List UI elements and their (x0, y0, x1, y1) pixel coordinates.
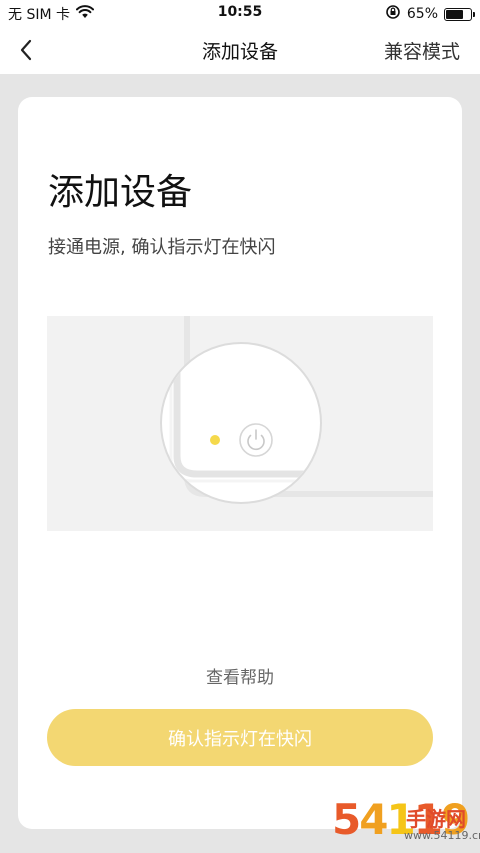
power-icon (239, 423, 273, 457)
watermark-digit: 5 (332, 795, 361, 844)
back-button[interactable] (10, 34, 42, 66)
device-illustration-graphic (160, 316, 433, 504)
nav-bar: 添加设备 兼容模式 (0, 26, 480, 74)
watermark-text: 手游网 (406, 807, 466, 831)
chevron-left-icon (20, 39, 32, 61)
watermark-url: www.54119.cn (404, 829, 480, 842)
status-right: 65% (385, 4, 475, 24)
battery-fill (446, 9, 463, 19)
content-card: 添加设备 接通电源, 确认指示灯在快闪 查看帮助 确认指示灯在快闪 (18, 97, 462, 829)
status-bar: 无 SIM 卡 10:55 65% (0, 0, 480, 26)
battery-icon (444, 7, 475, 21)
indicator-led (210, 435, 220, 445)
watermark-digit: 4 (359, 795, 388, 844)
confirm-button[interactable]: 确认指示灯在快闪 (47, 709, 433, 766)
site-watermark: 54119 手游网 www.54119.cn (330, 793, 480, 853)
battery-percent: 65% (406, 6, 438, 22)
instruction-text: 接通电源, 确认指示灯在快闪 (48, 237, 276, 258)
device-illustration (47, 316, 433, 531)
compatibility-mode-button[interactable]: 兼容模式 (384, 37, 460, 64)
card-title: 添加设备 (48, 172, 193, 213)
rotation-lock-icon (385, 4, 401, 24)
help-link[interactable]: 查看帮助 (18, 663, 462, 688)
